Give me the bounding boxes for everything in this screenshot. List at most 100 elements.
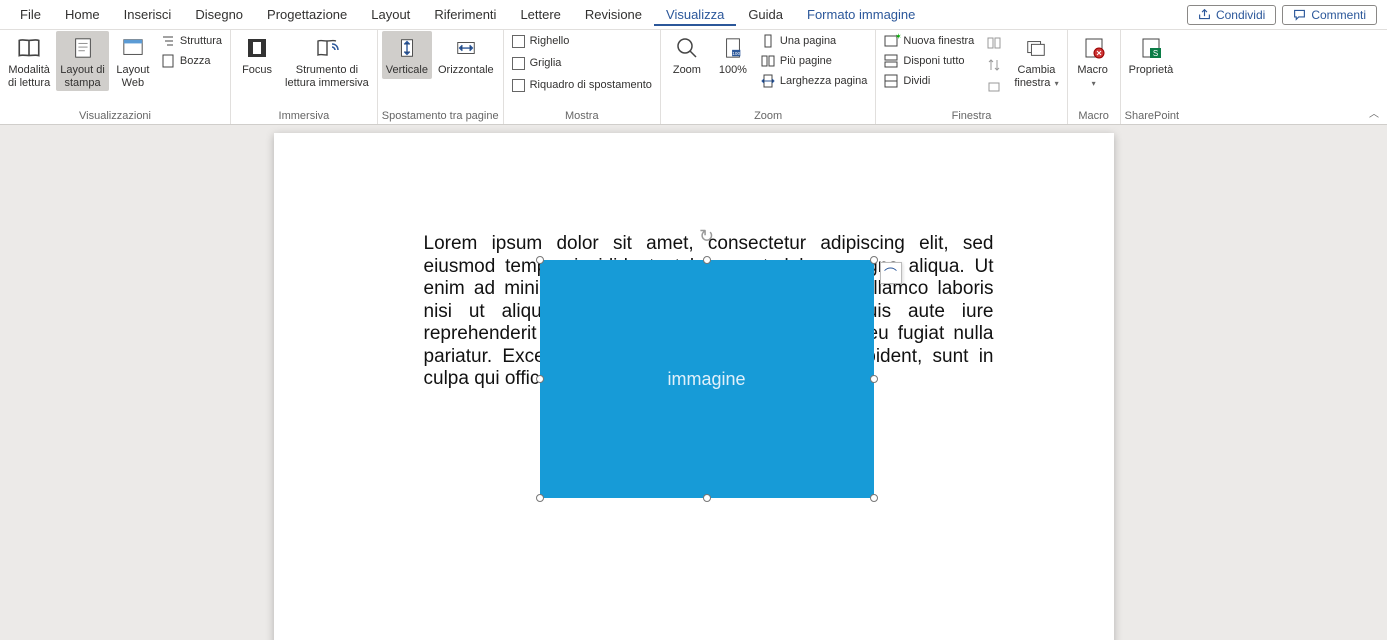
- tab-progettazione[interactable]: Progettazione: [255, 3, 359, 26]
- image-caption: immagine: [667, 369, 745, 390]
- focus-button[interactable]: Focus: [235, 31, 279, 79]
- document-canvas[interactable]: Lorem ipsum dolor sit amet, consectetur …: [0, 125, 1387, 640]
- split-button[interactable]: Dividi: [880, 71, 978, 91]
- chevron-up-icon: ︿: [1369, 109, 1379, 120]
- outline-button[interactable]: Struttura: [157, 31, 226, 51]
- group-sharepoint: S Proprietà SharePoint: [1121, 30, 1183, 124]
- vertical-icon: [393, 34, 421, 62]
- tab-formato-immagine[interactable]: Formato immagine: [795, 3, 927, 26]
- comments-button[interactable]: Commenti: [1282, 5, 1377, 25]
- resize-handle-bl[interactable]: [536, 494, 544, 502]
- arrange-all-label: Disponi tutto: [903, 55, 964, 67]
- group-spostamento: Verticale Orizzontale Spostamento tra pa…: [378, 30, 504, 124]
- switch-windows-icon: [1022, 34, 1050, 62]
- tab-riferimenti[interactable]: Riferimenti: [422, 3, 508, 26]
- tab-guida[interactable]: Guida: [736, 3, 795, 26]
- rotate-handle-icon[interactable]: ↻: [699, 226, 714, 247]
- sync-scroll-button[interactable]: [983, 55, 1005, 75]
- sync-scroll-icon: [987, 58, 1001, 72]
- horizontal-button[interactable]: Orizzontale: [434, 31, 498, 79]
- group-mostra: Righello Griglia Riquadro di spostamento…: [504, 30, 661, 124]
- comments-label: Commenti: [1311, 8, 1366, 22]
- tab-disegno[interactable]: Disegno: [183, 3, 255, 26]
- tab-lettere[interactable]: Lettere: [508, 3, 572, 26]
- ribbon: Modalità di lettura Layout di stampa Lay…: [0, 30, 1387, 125]
- share-button[interactable]: Condividi: [1187, 5, 1276, 25]
- macro-icon: [1080, 34, 1108, 62]
- navpane-label: Riquadro di spostamento: [530, 79, 652, 91]
- switch-windows-label: Cambia finestra ▾: [1014, 64, 1058, 89]
- chevron-down-icon: ▾: [1052, 79, 1058, 88]
- group-visualizzazioni: Modalità di lettura Layout di stampa Lay…: [0, 30, 231, 124]
- gridlines-label: Griglia: [530, 57, 562, 69]
- zoom-100-label: 100%: [719, 64, 747, 77]
- navpane-checkbox[interactable]: Riquadro di spostamento: [508, 75, 656, 95]
- properties-button[interactable]: S Proprietà: [1125, 31, 1178, 79]
- one-page-label: Una pagina: [780, 35, 836, 47]
- group-macro-label: Macro: [1072, 109, 1116, 124]
- resize-handle-tl[interactable]: [536, 256, 544, 264]
- group-spostamento-label: Spostamento tra pagine: [382, 109, 499, 124]
- switch-windows-button[interactable]: Cambia finestra ▾: [1010, 31, 1062, 91]
- focus-icon: [243, 34, 271, 62]
- sharepoint-icon: S: [1137, 34, 1165, 62]
- tab-home[interactable]: Home: [53, 3, 112, 26]
- read-mode-button[interactable]: Modalità di lettura: [4, 31, 54, 91]
- web-layout-label: Layout Web: [116, 64, 149, 89]
- horizontal-icon: [452, 34, 480, 62]
- selected-image[interactable]: ↻ immagine ⌒: [540, 260, 874, 498]
- page-100-icon: 100: [719, 34, 747, 62]
- page-width-button[interactable]: Larghezza pagina: [757, 71, 871, 91]
- multi-page-button[interactable]: Più pagine: [757, 51, 871, 71]
- group-zoom-label: Zoom: [665, 109, 871, 124]
- group-immersiva: Focus Strumento di lettura immersiva Imm…: [231, 30, 378, 124]
- zoom-100-button[interactable]: 100 100%: [711, 31, 755, 79]
- group-immersiva-label: Immersiva: [235, 109, 373, 124]
- side-by-side-icon: [987, 36, 1001, 50]
- tab-file[interactable]: File: [8, 3, 53, 26]
- resize-handle-br[interactable]: [870, 494, 878, 502]
- web-layout-button[interactable]: Layout Web: [111, 31, 155, 91]
- resize-handle-tr[interactable]: [870, 256, 878, 264]
- comment-icon: [1293, 8, 1306, 21]
- group-finestra-label: Finestra: [880, 109, 1062, 124]
- new-window-label: Nuova finestra: [903, 35, 974, 47]
- book-open-icon: [15, 34, 43, 62]
- one-page-button[interactable]: Una pagina: [757, 31, 871, 51]
- menu-tabs: File Home Inserisci Disegno Progettazion…: [0, 0, 1387, 30]
- gridlines-checkbox[interactable]: Griglia: [508, 53, 656, 73]
- new-window-button[interactable]: ✶Nuova finestra: [880, 31, 978, 51]
- resize-handle-b[interactable]: [703, 494, 711, 502]
- outline-icon: [161, 34, 175, 48]
- zoom-label: Zoom: [673, 64, 701, 77]
- resize-handle-r[interactable]: [870, 375, 878, 383]
- resize-handle-t[interactable]: [703, 256, 711, 264]
- immersive-reader-icon: [313, 34, 341, 62]
- tab-visualizza[interactable]: Visualizza: [654, 3, 736, 26]
- tab-layout[interactable]: Layout: [359, 3, 422, 26]
- draft-button[interactable]: Bozza: [157, 51, 226, 71]
- tab-inserisci[interactable]: Inserisci: [112, 3, 184, 26]
- vertical-button[interactable]: Verticale: [382, 31, 432, 79]
- immersive-reader-button[interactable]: Strumento di lettura immersiva: [281, 31, 373, 91]
- reset-window-button[interactable]: [983, 77, 1005, 97]
- tab-revisione[interactable]: Revisione: [573, 3, 654, 26]
- arrange-all-button[interactable]: Disponi tutto: [880, 51, 978, 71]
- collapse-ribbon-button[interactable]: ︿: [1369, 105, 1379, 120]
- zoom-button[interactable]: Zoom: [665, 31, 709, 79]
- svg-text:S: S: [1153, 49, 1158, 58]
- chevron-down-icon: ▾: [1092, 79, 1096, 88]
- layout-options-button[interactable]: ⌒: [880, 262, 902, 284]
- resize-handle-l[interactable]: [536, 375, 544, 383]
- view-side-by-side-button[interactable]: [983, 33, 1005, 53]
- focus-label: Focus: [242, 64, 272, 77]
- horizontal-label: Orizzontale: [438, 64, 494, 77]
- macro-button[interactable]: Macro▾: [1072, 31, 1116, 91]
- print-layout-button[interactable]: Layout di stampa: [56, 31, 109, 91]
- draft-icon: [161, 54, 175, 68]
- web-layout-icon: [119, 34, 147, 62]
- one-page-icon: [761, 34, 775, 48]
- draft-label: Bozza: [180, 55, 211, 67]
- checkbox-icon: [512, 57, 525, 70]
- ruler-checkbox[interactable]: Righello: [508, 31, 656, 51]
